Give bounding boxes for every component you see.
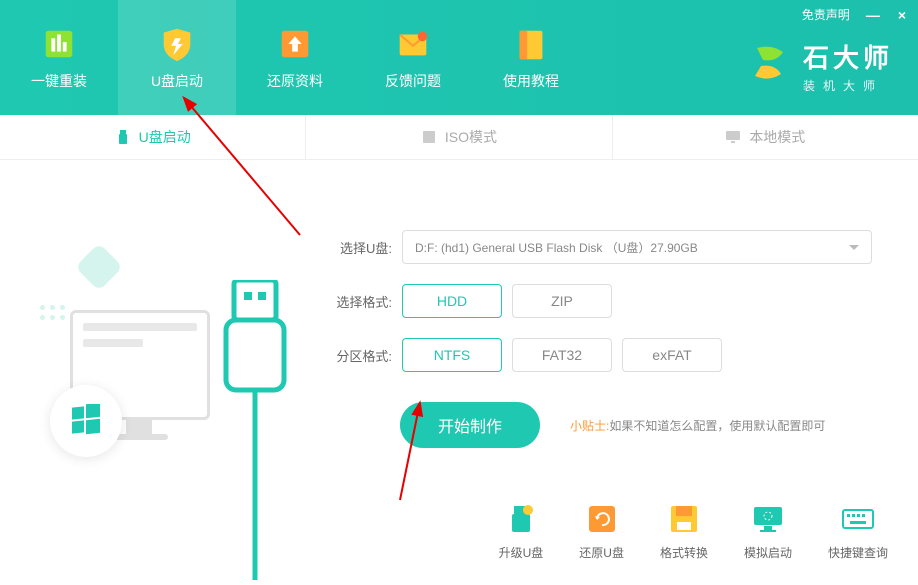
tool-hotkey-query[interactable]: 快捷键查询	[828, 502, 888, 561]
subtab-usb[interactable]: U盘启动	[0, 115, 306, 159]
nav-label: U盘启动	[151, 71, 203, 91]
usb-select[interactable]: D:F: (hd1) General USB Flash Disk （U盘）27…	[402, 230, 872, 264]
usb-upgrade-icon	[504, 502, 538, 536]
select-usb-label: 选择U盘:	[320, 238, 392, 257]
brand: 石大师 装机大师	[747, 38, 893, 94]
nav-restore[interactable]: 还原资料	[236, 0, 354, 115]
brand-logo-icon	[747, 42, 791, 91]
footer-tools: 升级U盘 还原U盘 格式转换 模拟启动 快捷键查询	[499, 502, 888, 561]
nav-feedback[interactable]: 反馈问题	[354, 0, 472, 115]
subtab-label: 本地模式	[749, 127, 805, 147]
save-icon	[667, 502, 701, 536]
nav-label: 一键重装	[31, 71, 87, 91]
tool-label: 模拟启动	[744, 544, 792, 561]
partition-ntfs-option[interactable]: NTFS	[402, 338, 502, 372]
tool-upgrade-usb[interactable]: 升级U盘	[499, 502, 544, 561]
brand-subtitle: 装机大师	[803, 77, 893, 94]
usb-icon	[115, 129, 131, 145]
subtab-iso[interactable]: ISO模式	[306, 115, 612, 159]
tip-text: 小贴士:如果不知道怎么配置，使用默认配置即可	[570, 417, 825, 434]
nav-label: 还原资料	[267, 71, 323, 91]
brand-title: 石大师	[803, 38, 893, 75]
monitor-boot-icon	[751, 502, 785, 536]
nav-usb-boot[interactable]: U盘启动	[118, 0, 236, 115]
format-label: 选择格式:	[320, 292, 392, 311]
windows-logo-icon	[50, 385, 122, 457]
tool-restore-usb[interactable]: 还原U盘	[579, 502, 624, 561]
format-zip-option[interactable]: ZIP	[512, 284, 612, 318]
format-hdd-option[interactable]: HDD	[402, 284, 502, 318]
main-nav: 一键重装 U盘启动 还原资料 反馈问题 使用教程	[0, 0, 590, 115]
nav-reinstall[interactable]: 一键重装	[0, 0, 118, 115]
tip-label: 小贴士:	[570, 419, 609, 433]
upload-box-icon	[276, 25, 314, 63]
tool-simulate-boot[interactable]: 模拟启动	[744, 502, 792, 561]
header: 免责声明 — × 一键重装 U盘启动 还原资料 反馈问题	[0, 0, 918, 115]
tool-label: 升级U盘	[499, 544, 544, 561]
bar-chart-icon	[40, 25, 78, 63]
iso-icon	[421, 129, 437, 145]
monitor-icon	[725, 129, 741, 145]
tool-format-convert[interactable]: 格式转换	[660, 502, 708, 561]
restore-icon	[585, 502, 619, 536]
start-button[interactable]: 开始制作	[400, 402, 540, 448]
subtab-label: ISO模式	[445, 127, 497, 147]
partition-exfat-option[interactable]: exFAT	[622, 338, 722, 372]
close-button[interactable]: ×	[896, 7, 908, 23]
nav-tutorial[interactable]: 使用教程	[472, 0, 590, 115]
tip-body: 如果不知道怎么配置，使用默认配置即可	[609, 419, 825, 433]
usb-plug-icon	[220, 280, 290, 585]
book-icon	[512, 25, 550, 63]
partition-label: 分区格式:	[320, 346, 392, 365]
tool-label: 格式转换	[660, 544, 708, 561]
envelope-icon	[394, 25, 432, 63]
usb-select-value: D:F: (hd1) General USB Flash Disk （U盘）27…	[415, 239, 698, 256]
nav-label: 反馈问题	[385, 71, 441, 91]
illustration	[0, 160, 300, 579]
subtab-label: U盘启动	[139, 127, 191, 147]
tool-label: 还原U盘	[579, 544, 624, 561]
shield-icon	[158, 25, 196, 63]
tool-label: 快捷键查询	[828, 544, 888, 561]
subtabs: U盘启动 ISO模式 本地模式	[0, 115, 918, 160]
partition-fat32-option[interactable]: FAT32	[512, 338, 612, 372]
minimize-button[interactable]: —	[864, 7, 882, 23]
topbar: 免责声明 — ×	[802, 6, 908, 23]
disclaimer-link[interactable]: 免责声明	[802, 6, 850, 23]
keyboard-icon	[841, 502, 875, 536]
subtab-local[interactable]: 本地模式	[613, 115, 918, 159]
nav-label: 使用教程	[503, 71, 559, 91]
